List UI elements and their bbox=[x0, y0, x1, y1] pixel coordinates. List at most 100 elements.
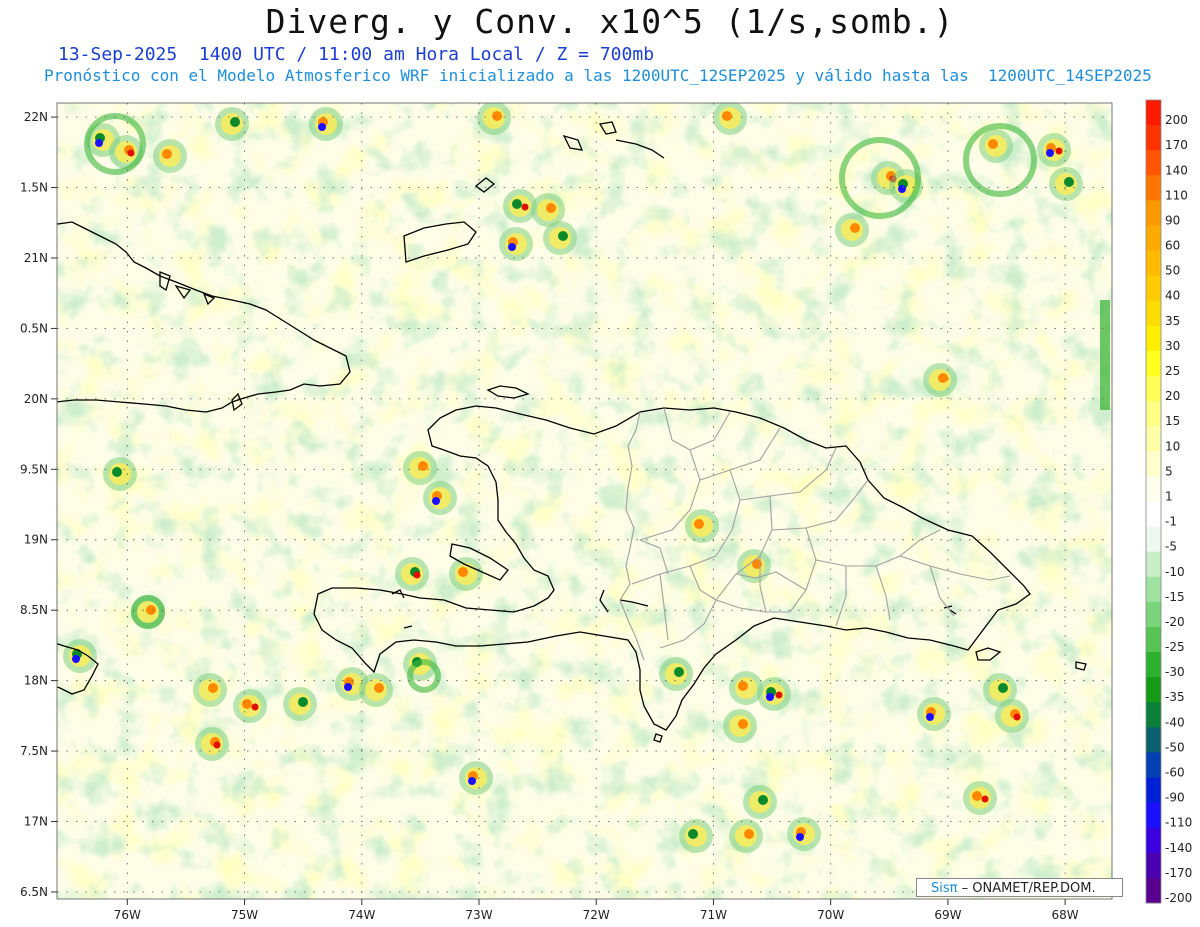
convergence-cell bbox=[729, 819, 763, 853]
convergence-cell bbox=[787, 817, 821, 851]
convergence-cell bbox=[309, 107, 343, 141]
colorbar-swatch bbox=[1146, 476, 1161, 502]
colorbar-swatch bbox=[1146, 526, 1161, 553]
colorbar-label: -50 bbox=[1165, 740, 1185, 754]
colorbar-label: -40 bbox=[1165, 715, 1185, 729]
lat-tick-label: 20N bbox=[24, 392, 48, 406]
convergence-cell bbox=[757, 677, 791, 711]
lon-tick-label: 69W bbox=[934, 908, 961, 922]
colorbar-swatch bbox=[1146, 300, 1161, 327]
lat-tick-label: 21N bbox=[24, 251, 48, 265]
convergence-cell bbox=[923, 363, 957, 397]
convergence-cell bbox=[477, 103, 511, 135]
colorbar-label: 170 bbox=[1165, 138, 1188, 152]
colorbar-swatch bbox=[1146, 877, 1161, 904]
colorbar-swatch bbox=[1146, 325, 1161, 352]
colorbar-swatch bbox=[1146, 501, 1161, 527]
convergence-cell bbox=[917, 697, 951, 731]
latitude-axis: 22N 1.5N 21N 0.5N 20N 9.5N 19N 8.5N 18N 7.5N 17N 6.… bbox=[20, 110, 57, 899]
colorbar-label: -25 bbox=[1165, 640, 1185, 654]
colorbar-label: 200 bbox=[1165, 113, 1188, 127]
colorbar-label: 20 bbox=[1165, 389, 1180, 403]
convergence-cell bbox=[679, 819, 713, 853]
convergence-cell bbox=[723, 709, 757, 743]
colorbar-swatch bbox=[1146, 802, 1161, 829]
colorbar-swatch bbox=[1146, 677, 1161, 703]
lon-tick-label: 75W bbox=[231, 908, 258, 922]
colorbar-label: -140 bbox=[1165, 841, 1192, 855]
convergence-cell bbox=[195, 727, 229, 761]
convergence-cell bbox=[233, 689, 267, 723]
divergence-field bbox=[57, 103, 1112, 899]
convergence-cell bbox=[1049, 167, 1083, 201]
colorbar-label: 110 bbox=[1165, 188, 1188, 202]
sispi-logo: Sisπ bbox=[931, 881, 958, 896]
colorbar-label: 140 bbox=[1165, 163, 1188, 177]
colorbar-swatch bbox=[1146, 626, 1161, 653]
convergence-cell bbox=[63, 639, 97, 673]
colorbar-swatch bbox=[1146, 275, 1161, 302]
colorbar-swatch bbox=[1146, 225, 1161, 251]
colorbar-label: -15 bbox=[1165, 590, 1185, 604]
edge-convergence-band bbox=[1100, 300, 1110, 410]
colorbar-label: 10 bbox=[1165, 439, 1180, 453]
convergence-cell bbox=[193, 673, 227, 707]
convergence-cell bbox=[995, 699, 1029, 733]
lat-tick-label: 19N bbox=[24, 533, 48, 547]
colorbar-label: 15 bbox=[1165, 414, 1180, 428]
convergence-cell bbox=[979, 129, 1013, 163]
colorbar-swatch bbox=[1146, 827, 1161, 854]
lon-tick-label: 71W bbox=[700, 908, 727, 922]
colorbar-swatch bbox=[1146, 777, 1161, 804]
convergence-cell bbox=[283, 687, 317, 721]
colorbar-label: -30 bbox=[1165, 665, 1185, 679]
lon-tick-label: 72W bbox=[583, 908, 610, 922]
colorbar-swatch bbox=[1146, 576, 1161, 603]
colorbar-swatch bbox=[1146, 852, 1161, 879]
lat-tick-label: 1.5N bbox=[20, 181, 48, 195]
convergence-cell bbox=[543, 221, 577, 255]
convergence-cell bbox=[395, 557, 429, 591]
convergence-cell bbox=[743, 785, 777, 819]
lon-tick-label: 73W bbox=[465, 908, 492, 922]
colorbar-swatch bbox=[1146, 175, 1161, 201]
colorbar-label: -110 bbox=[1165, 816, 1192, 830]
lon-tick-label: 70W bbox=[817, 908, 844, 922]
convergence-cell bbox=[449, 557, 483, 591]
colorbar-label: 1 bbox=[1165, 489, 1173, 503]
colorbar-swatch bbox=[1146, 426, 1161, 452]
colorbar-label: 50 bbox=[1165, 264, 1180, 278]
colorbar-label: -170 bbox=[1165, 866, 1192, 880]
colorbar-label: -90 bbox=[1165, 791, 1185, 805]
colorbar-legend: 200 170 140 110 90 60 50 40 35 30 25 20 15 10 5 1 -1 -5 -1… bbox=[1145, 99, 1192, 905]
colorbar-swatch bbox=[1146, 601, 1161, 628]
convergence-cell bbox=[499, 227, 533, 261]
convergence-cell bbox=[459, 761, 493, 795]
colorbar-label: 5 bbox=[1165, 464, 1173, 478]
convergence-cell bbox=[403, 451, 437, 485]
colorbar-label: -20 bbox=[1165, 615, 1185, 629]
lat-tick-label: 9.5N bbox=[20, 462, 48, 476]
colorbar-swatch bbox=[1146, 752, 1161, 778]
colorbar-swatch bbox=[1146, 652, 1161, 678]
colorbar-swatch bbox=[1146, 250, 1161, 277]
colorbar-label: -5 bbox=[1165, 540, 1177, 554]
convergence-cell bbox=[729, 671, 763, 705]
lat-tick-label: 0.5N bbox=[20, 321, 48, 335]
colorbar-swatch bbox=[1146, 150, 1161, 176]
map-plot-area bbox=[56, 102, 1113, 900]
colorbar-swatch bbox=[1146, 125, 1161, 151]
lat-tick-label: 17N bbox=[24, 815, 48, 829]
colorbar-swatch bbox=[1146, 702, 1161, 728]
convergence-cell bbox=[713, 103, 747, 135]
convergence-cell bbox=[1037, 133, 1071, 167]
convergence-cell bbox=[659, 657, 693, 691]
lat-tick-label: 7.5N bbox=[20, 744, 48, 758]
convergence-cell bbox=[963, 781, 997, 815]
lat-tick-label: 22N bbox=[24, 110, 48, 124]
colorbar-label: 30 bbox=[1165, 339, 1180, 353]
convergence-cell bbox=[685, 509, 719, 543]
colorbar-label: 25 bbox=[1165, 364, 1180, 378]
lon-tick-label: 74W bbox=[348, 908, 375, 922]
colorbar-label: -60 bbox=[1165, 766, 1185, 780]
